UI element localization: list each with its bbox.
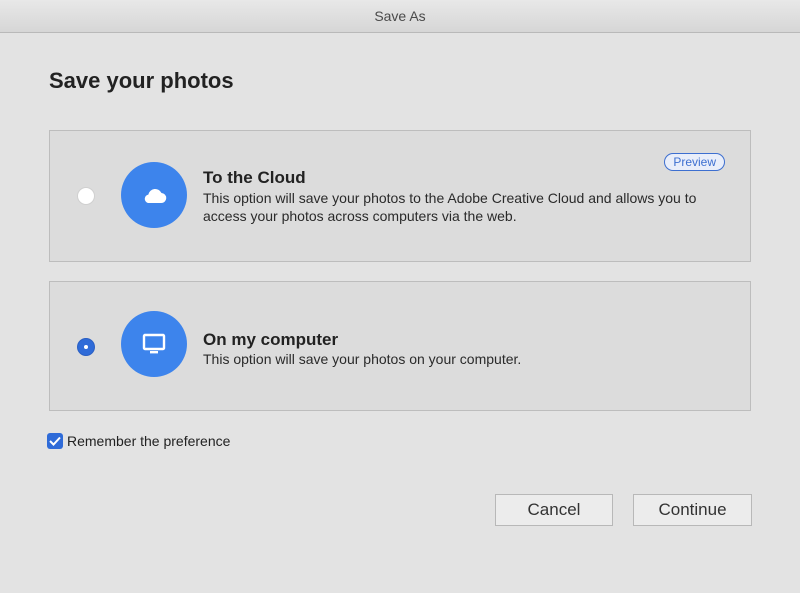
window-title: Save As xyxy=(374,8,426,24)
cloud-icon xyxy=(144,188,167,204)
title-bar: Save As xyxy=(0,0,800,33)
option-cloud-title: To the Cloud xyxy=(203,168,306,187)
remember-label: Remember the preference xyxy=(67,433,231,449)
dialog-content: Save your photos To the Cloud This optio… xyxy=(0,33,800,593)
dialog-heading: Save your photos xyxy=(49,68,234,93)
cloud-icon-circle xyxy=(121,162,187,228)
radio-computer[interactable] xyxy=(77,338,95,356)
checkmark-icon xyxy=(49,436,61,446)
remember-checkbox[interactable] xyxy=(47,433,63,449)
option-cloud-description: This option will save your photos to the… xyxy=(203,190,697,224)
remember-preference[interactable]: Remember the preference xyxy=(47,433,230,449)
cancel-button[interactable]: Cancel xyxy=(495,494,613,526)
monitor-icon-circle xyxy=(121,311,187,377)
monitor-icon xyxy=(142,333,166,354)
preview-badge: Preview xyxy=(664,153,725,171)
option-computer-title: On my computer xyxy=(203,330,339,349)
option-cloud[interactable]: To the Cloud This option will save your … xyxy=(49,130,751,262)
option-computer-description: This option will save your photos on you… xyxy=(203,351,522,367)
option-computer[interactable]: On my computer This option will save you… xyxy=(49,281,751,411)
radio-cloud[interactable] xyxy=(77,187,95,205)
continue-button[interactable]: Continue xyxy=(633,494,752,526)
